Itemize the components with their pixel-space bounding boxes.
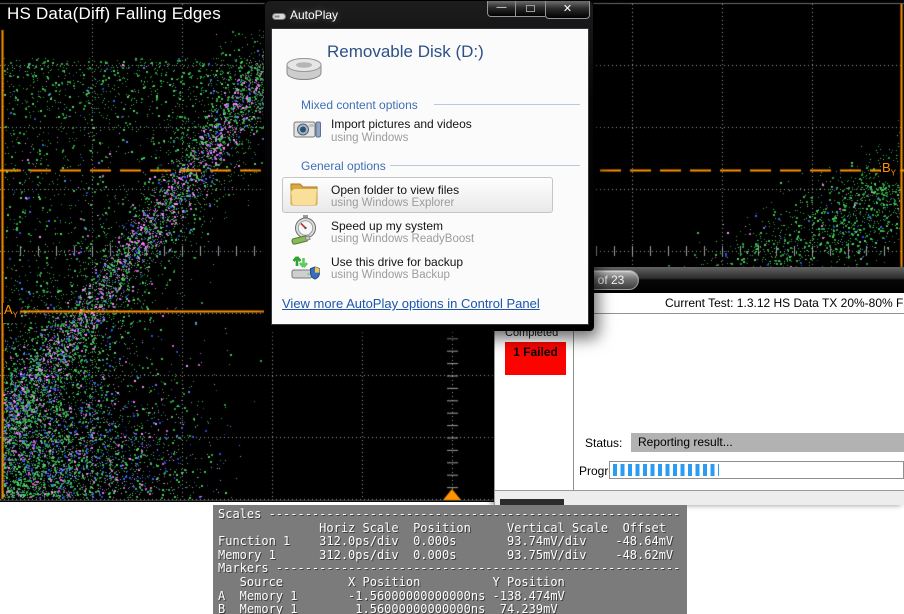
scales-readout-text: Scales ---------------------------------… (213, 505, 687, 614)
autoplay-window-title: AutoPlay (290, 8, 338, 22)
close-button[interactable]: ✕ (545, 1, 590, 19)
results-column: Completed 1 Failed (495, 314, 574, 490)
maximize-button[interactable] (516, 1, 545, 17)
window-controls: — ✕ (487, 1, 590, 19)
marker-a-label[interactable]: AY (3, 303, 19, 323)
camera-icon (293, 115, 321, 148)
autoplay-option-backup[interactable]: Use this drive for backup (331, 255, 463, 269)
autoplay-titlebar-icon (272, 9, 286, 27)
current-test-label: Current Test: 1.3.12 HS Data TX 20%-80% … (665, 296, 904, 310)
section-divider (434, 104, 580, 105)
autoplay-option-import-sub: using Windows (331, 132, 408, 144)
autoplay-dialog: AutoPlay — ✕ Removable Disk (D:) Mixed c… (264, 0, 594, 331)
removable-disk-icon (285, 54, 323, 87)
status-value-field: Reporting result... (631, 433, 904, 452)
autoplay-option-open-folder-title[interactable]: Open folder to view files (331, 183, 459, 197)
maximize-icon (526, 5, 535, 12)
autoplay-option-import[interactable]: Import pictures and videos (331, 117, 472, 131)
progress-bar-segments (613, 464, 719, 476)
scales-readout-panel: Scales ---------------------------------… (213, 505, 687, 614)
plot-title: HS Data(Diff) Falling Edges (7, 4, 221, 24)
marker-b-label[interactable]: BY (881, 161, 897, 181)
failed-result-cell[interactable]: 1 Failed (505, 342, 566, 375)
minimize-button[interactable]: — (487, 1, 516, 17)
section-divider (390, 165, 580, 166)
section-label-mixed-content: Mixed content options (301, 98, 418, 112)
autoplay-client-area: Removable Disk (D:) Mixed content option… (271, 28, 589, 325)
folder-icon (289, 180, 319, 212)
view-more-autoplay-options-link[interactable]: View more AutoPlay options in Control Pa… (282, 296, 540, 311)
readyboost-icon (291, 215, 319, 250)
test-window-content: Completed 1 Failed Status: Reporting res… (495, 314, 904, 490)
status-label: Status: (585, 436, 622, 450)
test-window-bottom-strip (495, 490, 904, 505)
progress-bar (609, 461, 904, 479)
autoplay-option-open-folder-sub: using Windows Explorer (331, 197, 454, 209)
autoplay-option-speedup-sub: using Windows ReadyBoost (331, 233, 474, 245)
backup-icon (290, 251, 320, 286)
autoplay-titlebar[interactable]: AutoPlay — ✕ (265, 1, 593, 28)
autoplay-option-backup-sub: using Windows Backup (331, 269, 450, 281)
autoplay-option-speedup[interactable]: Speed up my system (331, 219, 443, 233)
section-label-general: General options (301, 159, 386, 173)
autoplay-header: Removable Disk (D:) (327, 42, 484, 62)
